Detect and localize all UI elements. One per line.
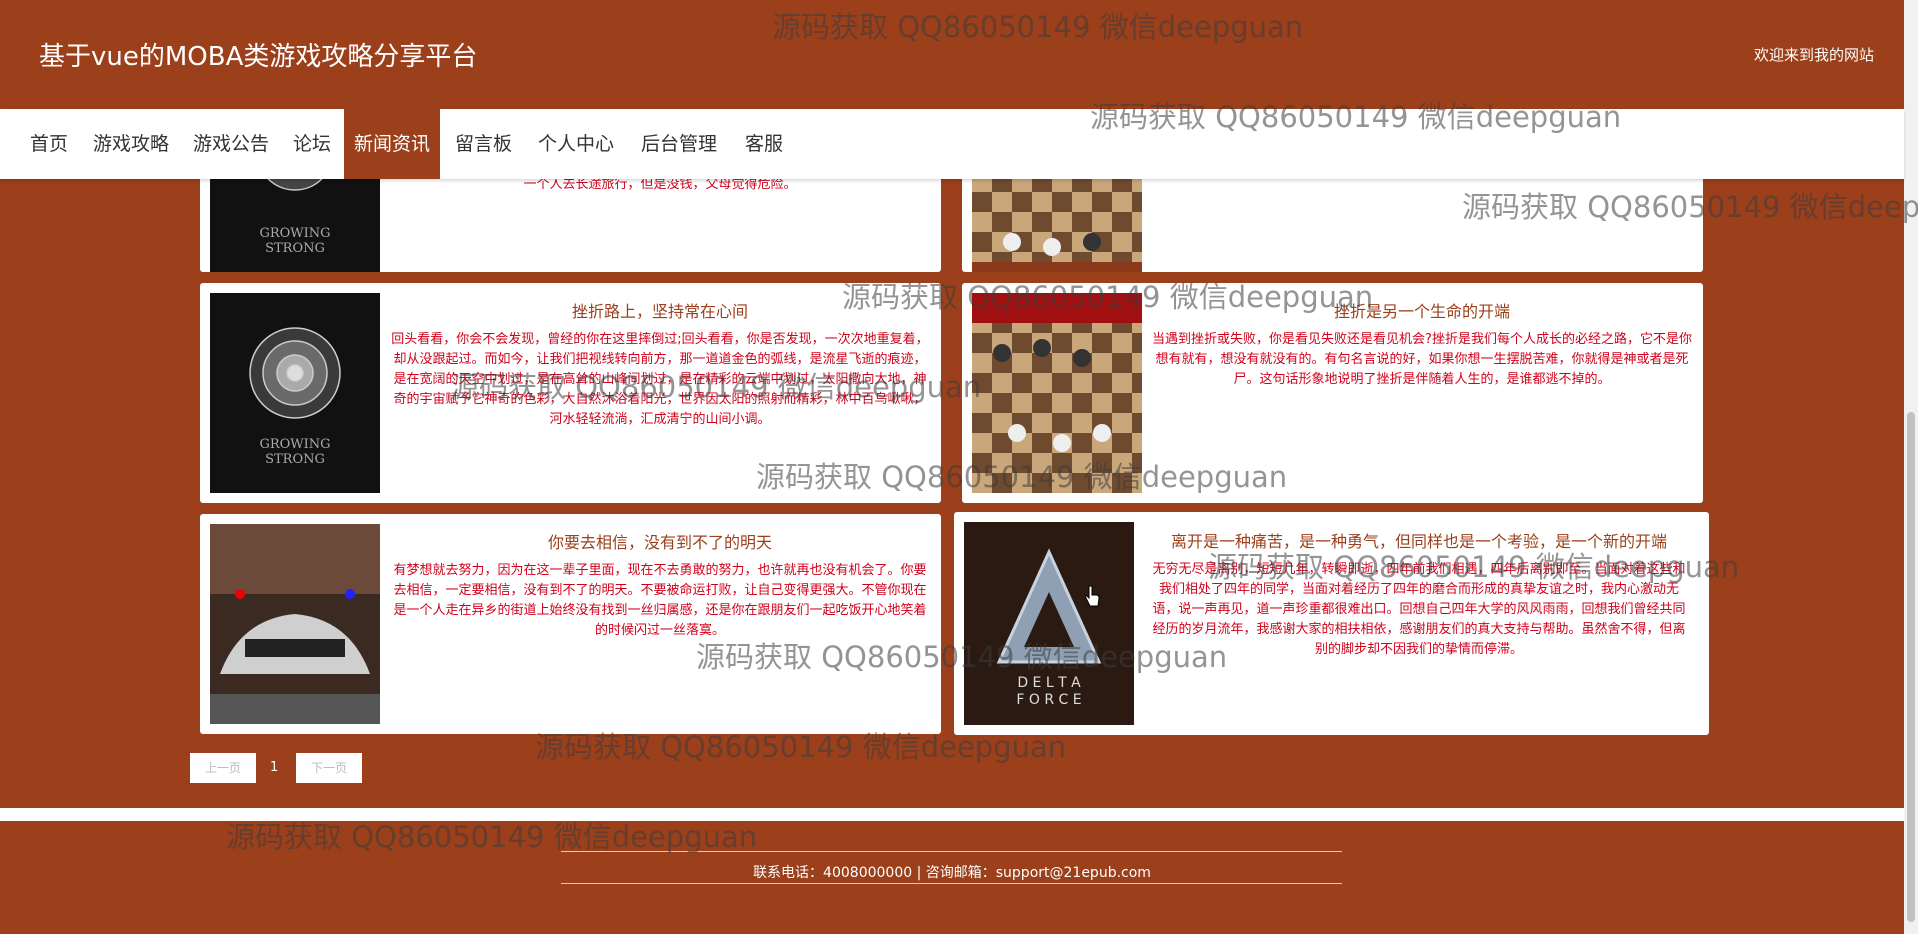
nav-item-forum[interactable]: 论坛 [283, 109, 341, 179]
svg-text:GROWING: GROWING [259, 437, 330, 452]
welcome-text: 欢迎来到我的网站 [1753, 46, 1874, 64]
main-nav: 首页 游戏攻略 游戏公告 论坛 新闻资讯 留言板 个人中心 后台管理 客服 [0, 109, 1904, 179]
svg-text:F O R C E: F O R C E [1016, 692, 1081, 708]
news-title[interactable]: 离开是一种痛苦，是一种勇气，但同样也是一个考验，是一个新的开端 [1149, 528, 1689, 552]
nav-item-news[interactable]: 新闻资讯 [344, 109, 441, 179]
news-thumbnail[interactable] [210, 524, 380, 724]
news-text: 挫折是另一个生命的开端 当遇到挫折或失败，你是看见失败还是看见机会?挫折是我们每… [1152, 298, 1692, 390]
next-page-button[interactable]: 下一页 [296, 753, 362, 783]
news-text: 离开是一种痛苦，是一种勇气，但同样也是一个考验，是一个新的开端 无穷无尽是离别，… [1149, 528, 1689, 660]
news-summary: 回头看看，你会不会发现，曾经的你在这里摔倒过;回头看看，你是否发现，一次次地重复… [391, 332, 929, 427]
prev-page-button[interactable]: 上一页 [190, 753, 256, 783]
news-text: 挫折路上，坚持常在心间 回头看看，你会不会发现，曾经的你在这里摔倒过;回头看看，… [390, 298, 930, 430]
svg-text:D E L T A: D E L T A [1017, 675, 1081, 691]
hand-cursor-icon [1085, 586, 1100, 607]
page-scrollbar[interactable] [1904, 0, 1918, 934]
nav-item-message-board[interactable]: 留言板 [445, 109, 522, 179]
news-card[interactable]: D E L T A F O R C E 离开是一种痛苦，是一种勇气，但同样也是一… [954, 512, 1709, 735]
news-text: 你要去相信，没有到不了的明天 有梦想就去努力，因为在这一辈子里面，现在不去勇敢的… [390, 529, 930, 641]
news-card[interactable]: 你要去相信，没有到不了的明天 有梦想就去努力，因为在这一辈子里面，现在不去勇敢的… [200, 514, 941, 734]
footer-separator [0, 808, 1904, 821]
news-card[interactable]: GROWING STRONG 挫折路上，坚持常在心间 回头看看，你会不会发现，曾… [200, 283, 941, 503]
scrollbar-thumb[interactable] [1907, 412, 1915, 922]
news-summary: 无穷无尽是离别，短短几年，转瞬即逝，四年前我们相遇，四年后离别即至。当面对着这些… [1152, 562, 1686, 657]
footer-divider [561, 883, 1342, 884]
nav-item-customer-service[interactable]: 客服 [735, 109, 793, 179]
chess-board-image [972, 293, 1142, 493]
nav-item-guides[interactable]: 游戏攻略 [83, 109, 179, 179]
nav-item-admin[interactable]: 后台管理 [631, 109, 727, 179]
svg-text:STRONG: STRONG [265, 452, 325, 467]
news-summary: 有梦想就去努力，因为在这一辈子里面，现在不去勇敢的努力，也许就再也没有机会了。你… [393, 563, 927, 638]
police-car-image [210, 524, 380, 724]
news-thumbnail[interactable]: GROWING STRONG [210, 293, 380, 493]
footer-contact: 联系电话：4008000000 | 咨询邮箱：support@21epub.co… [753, 865, 1151, 881]
news-thumbnail[interactable]: D E L T A F O R C E [964, 522, 1134, 725]
site-header: 基于vue的MOBA类游戏攻略分享平台 欢迎来到我的网站 [0, 0, 1904, 109]
nav-item-home[interactable]: 首页 [20, 109, 78, 179]
news-title[interactable]: 你要去相信，没有到不了的明天 [390, 529, 930, 553]
rose-emblem-image: GROWING STRONG [210, 293, 380, 493]
news-thumbnail[interactable] [972, 293, 1142, 493]
svg-text:STRONG: STRONG [265, 241, 325, 256]
site-title: 基于vue的MOBA类游戏攻略分享平台 [39, 42, 478, 72]
delta-force-image: D E L T A F O R C E [964, 522, 1134, 725]
svg-text:GROWING: GROWING [259, 226, 330, 241]
news-card[interactable]: 挫折是另一个生命的开端 当遇到挫折或失败，你是看见失败还是看见机会?挫折是我们每… [962, 283, 1703, 503]
current-page-number[interactable]: 1 [270, 753, 278, 783]
site-footer: 联系电话：4008000000 | 咨询邮箱：support@21epub.co… [0, 821, 1904, 934]
footer-divider [561, 851, 1342, 852]
news-title[interactable]: 挫折是另一个生命的开端 [1152, 298, 1692, 322]
news-summary: 当遇到挫折或失败，你是看见失败还是看见机会?挫折是我们每个人成长的必经之路，它不… [1152, 332, 1692, 387]
nav-item-announcements[interactable]: 游戏公告 [183, 109, 279, 179]
news-title[interactable]: 挫折路上，坚持常在心间 [390, 298, 930, 322]
nav-item-user-center[interactable]: 个人中心 [528, 109, 624, 179]
